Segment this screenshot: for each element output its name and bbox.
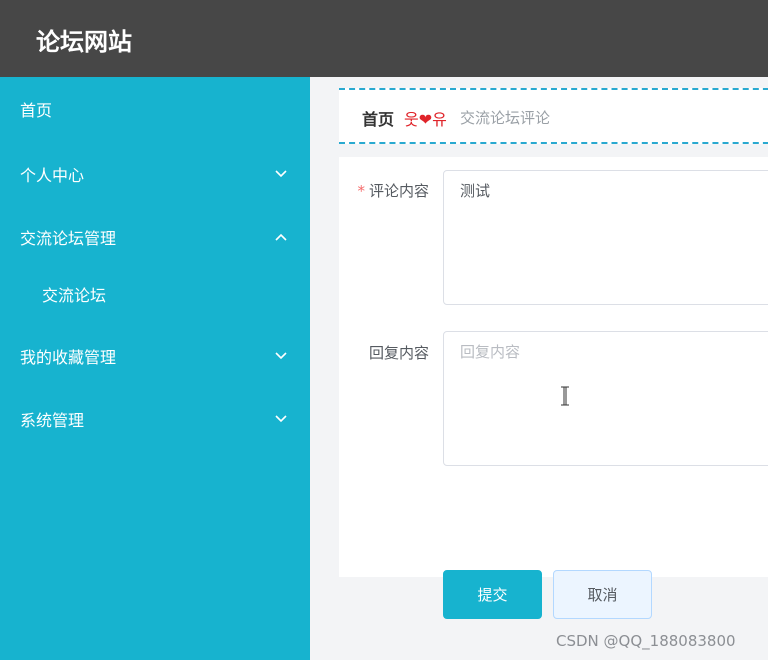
comment-content-label-text: 评论内容 (368, 182, 429, 200)
chevron-up-icon (274, 230, 288, 244)
comment-form: *评论内容 回复内容 提交 取消 (339, 157, 768, 619)
sidebar-item-home[interactable]: 首页 (0, 89, 310, 129)
text-cursor-icon (560, 386, 570, 406)
watermark: CSDN @QQ_188083800 (556, 632, 736, 650)
reply-content-label: 回复内容 (368, 344, 429, 362)
sidebar-item-forum-management[interactable]: 交流论坛管理 (0, 217, 310, 257)
sidebar-item-forum[interactable]: 交流论坛 (0, 274, 310, 314)
sidebar-item-label: 我的收藏管理 (20, 348, 117, 367)
sidebar-item-label: 系统管理 (20, 411, 85, 430)
chevron-down-icon (274, 412, 288, 426)
sidebar-item-label: 交流论坛 (42, 286, 107, 305)
breadcrumb-heart-decoration: 웃❤유 (404, 110, 447, 129)
sidebar: 首页 个人中心 交流论坛管理 交流论坛 我的收藏管理 系统管理 (0, 77, 310, 660)
sidebar-item-favorites-management[interactable]: 我的收藏管理 (0, 336, 310, 376)
sidebar-item-label: 个人中心 (20, 166, 85, 185)
reply-content-textarea[interactable] (443, 331, 768, 466)
breadcrumb-current: 交流论坛评论 (460, 109, 551, 127)
chevron-down-icon (274, 349, 288, 363)
sidebar-item-personal-center[interactable]: 个人中心 (0, 154, 310, 194)
site-title: 论坛网站 (36, 28, 132, 56)
sidebar-item-label: 交流论坛管理 (20, 229, 117, 248)
chevron-down-icon (274, 167, 288, 181)
comment-content-label: * 评论内容 (354, 180, 429, 201)
breadcrumb: 首页 웃❤유 交流论坛评论 (339, 88, 768, 144)
comment-content-textarea[interactable] (443, 170, 768, 305)
main-content: 首页 웃❤유 交流论坛评论 *评论内容 回复内容 提交 取消 (310, 77, 768, 660)
submit-button[interactable]: 提交 (443, 570, 542, 619)
sidebar-item-system-management[interactable]: 系统管理 (0, 399, 310, 439)
top-header: 论坛网站 (0, 0, 768, 77)
sidebar-item-label: 首页 (20, 101, 53, 120)
cancel-button[interactable]: 取消 (553, 570, 652, 619)
breadcrumb-home[interactable]: 首页 (362, 106, 394, 130)
required-mark: * (357, 182, 365, 200)
